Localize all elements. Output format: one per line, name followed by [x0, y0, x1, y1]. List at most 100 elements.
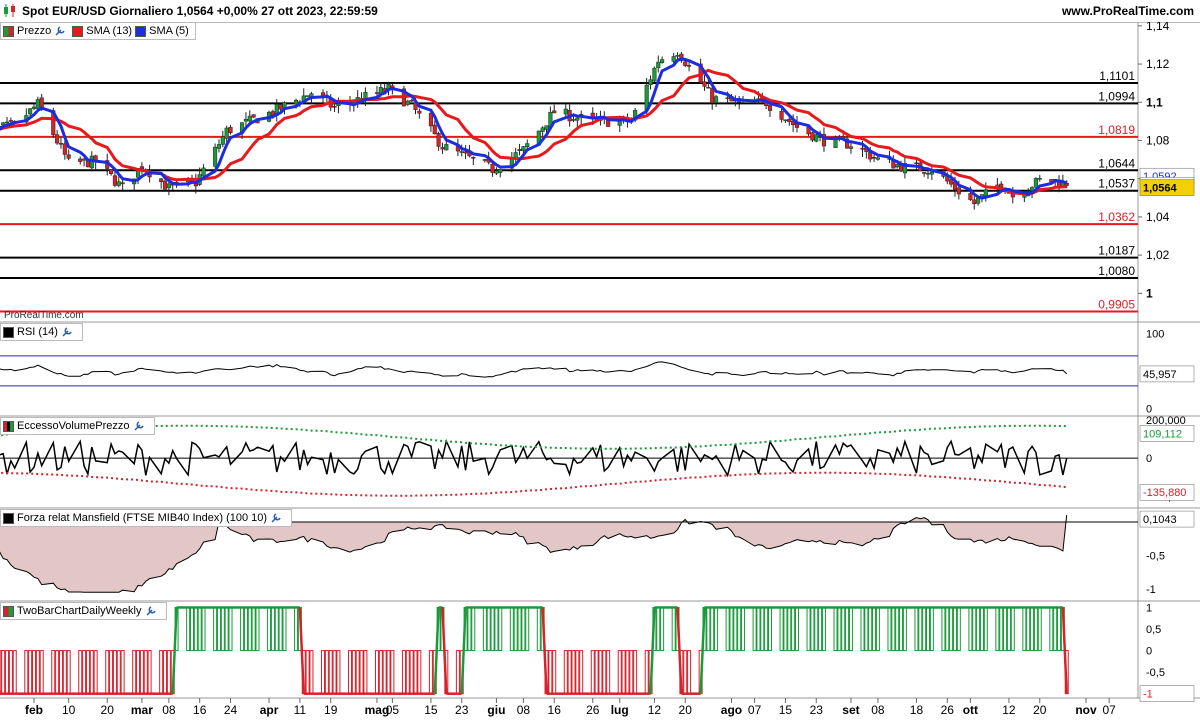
date-tick-label: 16 — [193, 703, 207, 717]
candle-body — [575, 117, 580, 121]
twobar-bar — [864, 606, 869, 652]
twobar-bar — [78, 650, 83, 695]
candle-body — [55, 134, 60, 144]
candle-body — [922, 172, 927, 174]
candle-body — [278, 104, 283, 110]
date-tick-label: lug — [611, 703, 629, 717]
twobar-bar — [644, 650, 649, 695]
date-tick-label: 23 — [455, 703, 469, 717]
candle-body — [648, 79, 653, 85]
date-tick-label: 07 — [1102, 703, 1116, 717]
twobar-bar — [976, 606, 981, 652]
rsi-tick-label: 100 — [1146, 328, 1164, 340]
twobar-bar — [1, 650, 6, 695]
twobar-bar — [548, 650, 553, 695]
twobar-legend-label: TwoBarChartDailyWeekly — [17, 605, 142, 617]
sma5-swatch — [135, 25, 147, 37]
candle-body — [868, 152, 873, 160]
mansfield-legend[interactable]: Forza relat Mansfield (FTSE MIB40 Index)… — [0, 509, 293, 527]
sma5-legend-label: SMA (5) — [149, 25, 189, 37]
twobar-bar — [112, 650, 117, 695]
twobar-bar — [417, 650, 422, 695]
twobar-bar — [821, 606, 826, 652]
horizontal-levels: 1,1101 1,0994 1,0819 1,0644 1,0537 1,0362 1,01… — [0, 69, 1138, 313]
twobar-bar — [783, 606, 788, 652]
twobar-bar — [85, 650, 90, 695]
mansfield-tick-label: -1 — [1146, 584, 1156, 596]
candle-body — [166, 183, 171, 189]
price-legend[interactable]: Prezzo SMA (13) SMA (5) — [0, 22, 196, 40]
twobar-bar — [251, 606, 256, 652]
twobar-bar — [116, 650, 121, 695]
sma13-line — [0, 68, 1067, 196]
candle-body — [116, 181, 121, 186]
date-tick-label: 05 — [386, 703, 400, 717]
twobar-bar — [995, 606, 1000, 652]
rsi-tag-label: 45,957 — [1143, 369, 1177, 381]
twobar-bar — [872, 606, 877, 652]
candle-body — [544, 125, 549, 130]
price-tick-label: 1,14 — [1146, 22, 1170, 33]
twobar-legend[interactable]: TwoBarChartDailyWeekly — [0, 602, 167, 620]
twobar-bar — [972, 606, 977, 652]
candle-body — [675, 55, 680, 57]
twobar-bar — [347, 650, 352, 695]
candle-body — [459, 151, 464, 153]
sma13-legend-label: SMA (13) — [86, 25, 133, 37]
twobar-bar — [899, 606, 904, 652]
volume-legend[interactable]: EccessoVolumePrezzo — [0, 417, 155, 435]
twobar-bar — [768, 606, 773, 652]
twobar-bar — [633, 650, 638, 695]
twobar-bar — [105, 650, 110, 695]
candle-body — [710, 88, 715, 104]
candle-body — [112, 175, 117, 186]
candle-body — [436, 133, 441, 147]
price-axis: 1,141,121,11,081,061,041,0211000200,0000… — [1138, 22, 1189, 701]
twobar-bar — [1026, 606, 1031, 652]
candle-body — [779, 111, 784, 120]
twobar-bar — [274, 606, 279, 652]
twobar-bar — [833, 606, 838, 652]
twobar-bar — [390, 650, 395, 695]
wrench-icon[interactable] — [270, 512, 282, 524]
candle-body — [714, 96, 719, 104]
twobar-bar — [270, 606, 275, 652]
wrench-icon[interactable] — [61, 326, 73, 338]
wrench-icon[interactable] — [145, 605, 157, 617]
wrench-icon[interactable] — [54, 25, 66, 37]
candle-body — [968, 193, 973, 200]
twobar-bar — [62, 650, 67, 695]
candle-body — [1033, 178, 1038, 188]
date-tick-label: 26 — [941, 703, 955, 717]
twobar-bar — [741, 606, 746, 652]
candle-body — [58, 143, 64, 145]
twobar-bar — [941, 606, 946, 652]
twobar-bar — [794, 606, 799, 652]
candle-body — [706, 86, 711, 89]
wrench-icon[interactable] — [133, 420, 145, 432]
twobar-bar — [1037, 606, 1042, 652]
last-price-tag-label: 1,0564 — [1143, 183, 1178, 195]
twobar-bar — [860, 606, 865, 652]
twobar-bar — [166, 650, 171, 695]
candle-body — [243, 119, 248, 122]
twobar-bar — [1010, 606, 1015, 652]
site-url[interactable]: www.ProRealTime.com — [1062, 4, 1194, 18]
twobar-tick-label: 0 — [1146, 646, 1152, 658]
price-tick-label: 1,04 — [1146, 210, 1170, 224]
date-tick-label: 20 — [101, 703, 115, 717]
twobar-bar — [163, 650, 168, 695]
date-tick-label: apr — [260, 703, 279, 717]
rsi-legend-label: RSI (14) — [17, 326, 58, 338]
candle-body — [563, 108, 568, 115]
chart-area[interactable]: 1,11011,09941,08191,06441,05371,03621,01… — [0, 22, 1200, 720]
candle-body — [220, 136, 225, 145]
date-tick-label: 07 — [748, 703, 762, 717]
candle-body — [925, 172, 931, 175]
rsi-legend[interactable]: RSI (14) — [0, 323, 83, 341]
twobar-bar — [1030, 606, 1035, 652]
twobar-bar — [895, 606, 900, 652]
sma5-line — [0, 57, 1068, 200]
twobar-bar — [683, 650, 688, 695]
twobar-bar — [687, 650, 692, 695]
